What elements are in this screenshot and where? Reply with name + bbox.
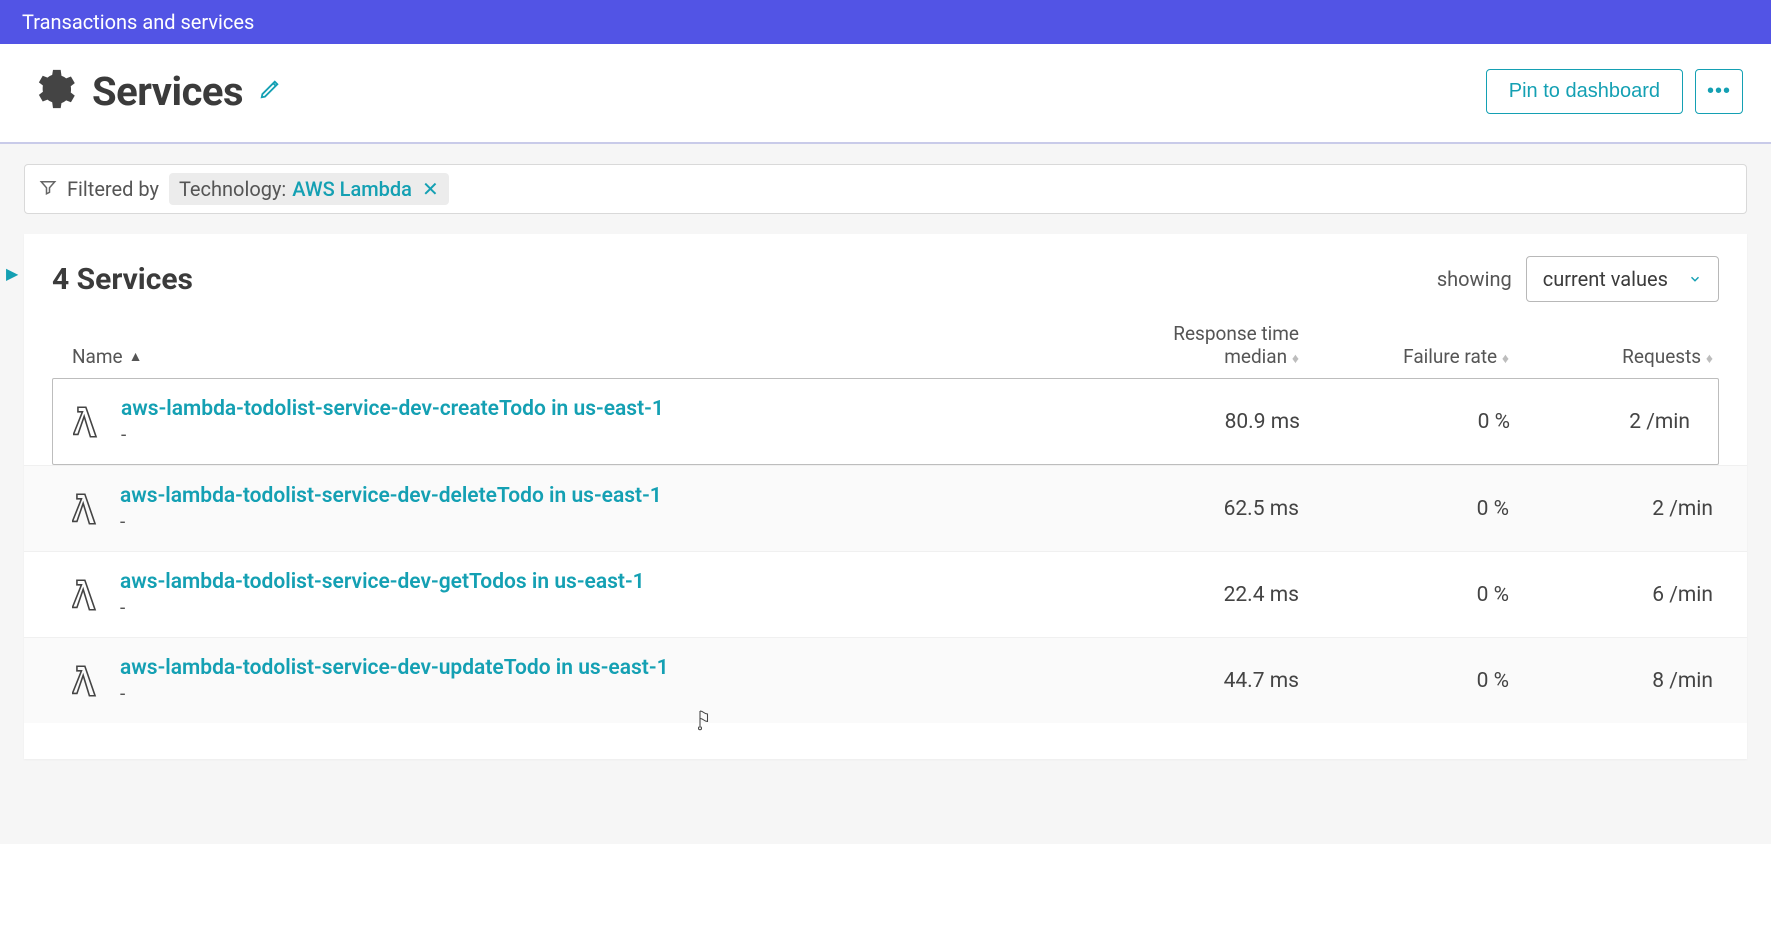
cell-requests: 6 /min xyxy=(1509,583,1719,607)
table-row[interactable]: aws-lambda-todolist-service-dev-updateTo… xyxy=(24,637,1747,723)
cell-response-time: 80.9 ms xyxy=(1090,410,1300,434)
service-link[interactable]: aws-lambda-todolist-service-dev-getTodos… xyxy=(120,570,1089,594)
service-name-block: aws-lambda-todolist-service-dev-getTodos… xyxy=(120,570,1089,619)
expand-icon[interactable]: ▶ xyxy=(6,264,18,283)
cell-failure-rate: 0 % xyxy=(1299,497,1509,521)
cell-response-time: 44.7 ms xyxy=(1089,669,1299,693)
cell-failure-rate: 0 % xyxy=(1300,410,1510,434)
table-header: Name ▲ Response time median ♦ Failure ra… xyxy=(24,322,1747,378)
filter-chip[interactable]: Technology: AWS Lambda ✕ xyxy=(169,173,449,205)
lambda-icon xyxy=(72,664,120,698)
lambda-icon xyxy=(73,405,121,439)
table-row[interactable]: aws-lambda-todolist-service-dev-getTodos… xyxy=(24,551,1747,637)
service-link[interactable]: aws-lambda-todolist-service-dev-updateTo… xyxy=(120,656,1089,680)
page-title-group: Services xyxy=(30,66,281,116)
showing-group: showing current values xyxy=(1437,256,1719,302)
sort-icon: ♦ xyxy=(1502,351,1509,367)
header-actions: Pin to dashboard ••• xyxy=(1486,69,1743,114)
service-name-block: aws-lambda-todolist-service-dev-deleteTo… xyxy=(120,484,1089,533)
table-body: aws-lambda-todolist-service-dev-createTo… xyxy=(24,378,1747,723)
filter-chip-key: Technology: xyxy=(179,177,286,201)
column-response-time[interactable]: Response time median ♦ xyxy=(1089,322,1299,368)
service-link[interactable]: aws-lambda-todolist-service-dev-deleteTo… xyxy=(120,484,1089,508)
lambda-icon xyxy=(72,492,120,526)
more-actions-button[interactable]: ••• xyxy=(1695,69,1743,114)
cell-response-time: 22.4 ms xyxy=(1089,583,1299,607)
service-subtitle: - xyxy=(120,596,1089,619)
pin-to-dashboard-button[interactable]: Pin to dashboard xyxy=(1486,69,1683,114)
chevron-down-icon xyxy=(1688,267,1702,291)
column-requests[interactable]: Requests ♦ xyxy=(1509,345,1719,368)
filter-chip-value: AWS Lambda xyxy=(292,177,412,201)
panel-title: 4 Services xyxy=(52,262,193,297)
filter-chip-remove-icon[interactable]: ✕ xyxy=(422,177,439,201)
topbar: Transactions and services xyxy=(0,0,1771,44)
ellipsis-icon: ••• xyxy=(1707,80,1731,103)
cell-requests: 2 /min xyxy=(1509,497,1719,521)
service-subtitle: - xyxy=(120,682,1089,705)
service-subtitle: - xyxy=(120,510,1089,533)
showing-label: showing xyxy=(1437,267,1512,291)
values-dropdown[interactable]: current values xyxy=(1526,256,1719,302)
page-header: Services Pin to dashboard ••• xyxy=(0,44,1771,144)
lambda-icon xyxy=(72,578,120,612)
table-row[interactable]: aws-lambda-todolist-service-dev-createTo… xyxy=(52,378,1719,465)
service-link[interactable]: aws-lambda-todolist-service-dev-createTo… xyxy=(121,397,1090,421)
sort-icon: ♦ xyxy=(1292,351,1299,367)
cell-requests: 2 /min xyxy=(1510,410,1718,434)
cell-failure-rate: 0 % xyxy=(1299,669,1509,693)
cell-requests: 8 /min xyxy=(1509,669,1719,693)
column-name[interactable]: Name ▲ xyxy=(72,345,1089,368)
panel-header: 4 Services showing current values xyxy=(24,256,1747,322)
sort-icon: ♦ xyxy=(1706,351,1713,367)
filter-label: Filtered by xyxy=(67,177,159,201)
service-name-block: aws-lambda-todolist-service-dev-updateTo… xyxy=(120,656,1089,705)
table-row[interactable]: aws-lambda-todolist-service-dev-deleteTo… xyxy=(24,465,1747,551)
edit-icon[interactable] xyxy=(259,78,281,104)
service-subtitle: - xyxy=(121,423,1090,446)
gear-icon xyxy=(30,66,76,116)
service-name-block: aws-lambda-todolist-service-dev-createTo… xyxy=(121,397,1090,446)
page-title: Services xyxy=(92,68,243,115)
cell-failure-rate: 0 % xyxy=(1299,583,1509,607)
filter-bar[interactable]: Filtered by Technology: AWS Lambda ✕ xyxy=(24,164,1747,214)
dropdown-value: current values xyxy=(1543,267,1668,291)
filter-icon xyxy=(39,177,57,201)
cell-response-time: 62.5 ms xyxy=(1089,497,1299,521)
content-area: Filtered by Technology: AWS Lambda ✕ ▶ 4… xyxy=(0,144,1771,844)
column-failure-rate[interactable]: Failure rate ♦ xyxy=(1299,345,1509,368)
topbar-title: Transactions and services xyxy=(22,10,254,34)
services-panel: ▶ 4 Services showing current values Name… xyxy=(24,234,1747,759)
sort-asc-icon: ▲ xyxy=(129,348,143,365)
